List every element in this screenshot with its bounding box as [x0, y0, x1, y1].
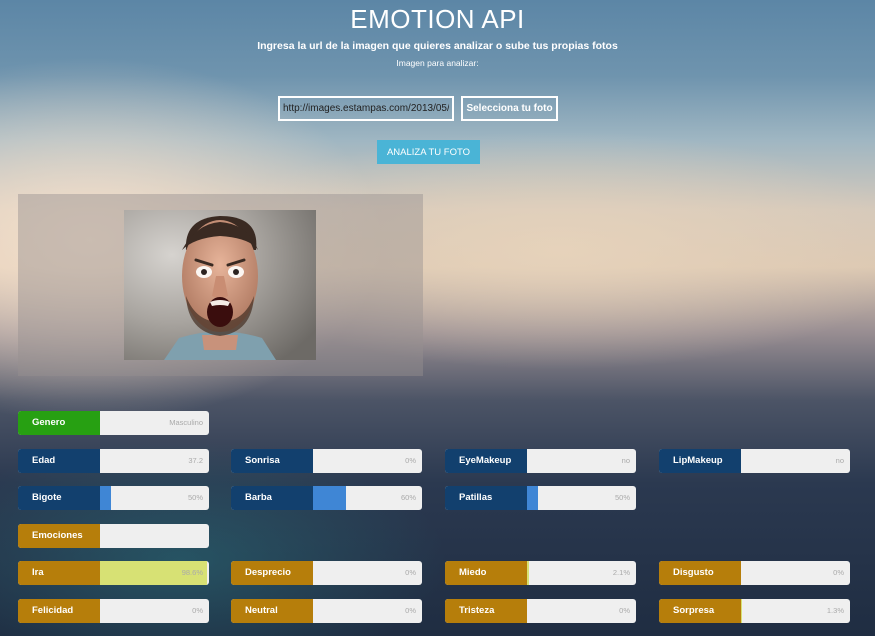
lipmakeup-value: no	[835, 456, 844, 465]
disgust-value: 0%	[833, 568, 844, 577]
smile-stat: Sonrisa 0%	[231, 449, 422, 473]
page-title: EMOTION API	[350, 4, 525, 34]
emotion-sadness: Tristeza 0%	[445, 599, 636, 623]
fear-bar	[527, 561, 530, 585]
image-label: Imagen para analizar:	[396, 58, 479, 68]
smile-value: 0%	[405, 456, 416, 465]
fear-value: 2.1%	[612, 568, 630, 577]
gender-value: Masculino	[169, 418, 203, 427]
emotions-header: Emociones	[18, 524, 209, 548]
emotion-anger: Ira 98.6%	[18, 561, 209, 585]
beard-bar	[313, 486, 346, 510]
page-subtitle: Ingresa la url de la imagen que quieres …	[257, 40, 618, 52]
analyze-photo-button[interactable]: ANALIZA TU FOTO	[377, 140, 480, 164]
age-value: 37.2	[188, 456, 203, 465]
emotion-disgust: Disgusto 0%	[659, 561, 850, 585]
contempt-label: Desprecio	[231, 561, 313, 585]
neutral-label: Neutral	[231, 599, 313, 623]
lipmakeup-stat: LipMakeup no	[659, 449, 850, 473]
mustache-value: 50%	[187, 493, 203, 502]
eyemakeup-stat: EyeMakeup no	[445, 449, 636, 473]
emotion-happiness: Felicidad 0%	[18, 599, 209, 623]
analyzed-face-photo	[124, 210, 316, 360]
mustache-bar	[100, 486, 111, 510]
smile-label: Sonrisa	[231, 449, 313, 473]
surprise-value: 1.3%	[826, 606, 844, 615]
anger-label: Ira	[18, 561, 100, 585]
select-photo-button[interactable]: Selecciona tu foto	[461, 96, 558, 121]
mustache-label: Bigote	[18, 486, 100, 510]
emotions-label: Emociones	[18, 524, 100, 548]
image-url-input[interactable]	[278, 96, 454, 121]
neutral-value: 0%	[405, 606, 416, 615]
sideburns-value: 50%	[614, 493, 630, 502]
happiness-value: 0%	[192, 606, 203, 615]
beard-stat: Barba 60%	[231, 486, 422, 510]
sadness-label: Tristeza	[445, 599, 527, 623]
disgust-label: Disgusto	[659, 561, 741, 585]
age-stat: Edad 37.2	[18, 449, 209, 473]
emotion-surprise: Sorpresa 1.3%	[659, 599, 850, 623]
gender-label: Genero	[18, 411, 100, 435]
eyemakeup-label: EyeMakeup	[445, 449, 527, 473]
fear-label: Miedo	[445, 561, 527, 585]
lipmakeup-label: LipMakeup	[659, 449, 741, 473]
happiness-label: Felicidad	[18, 599, 100, 623]
emotion-fear: Miedo 2.1%	[445, 561, 636, 585]
age-label: Edad	[18, 449, 100, 473]
beard-value: 60%	[400, 493, 416, 502]
anger-value: 98.6%	[181, 568, 203, 577]
surprise-bar	[741, 599, 743, 623]
contempt-value: 0%	[405, 568, 416, 577]
sideburns-stat: Patillas 50%	[445, 486, 636, 510]
emotion-neutral: Neutral 0%	[231, 599, 422, 623]
sideburns-bar	[527, 486, 538, 510]
surprise-label: Sorpresa	[659, 599, 741, 623]
gender-stat: Genero Masculino	[18, 411, 209, 435]
emotion-contempt: Desprecio 0%	[231, 561, 422, 585]
sideburns-label: Patillas	[445, 486, 527, 510]
sadness-value: 0%	[619, 606, 630, 615]
mustache-stat: Bigote 50%	[18, 486, 209, 510]
eyemakeup-value: no	[621, 456, 630, 465]
beard-label: Barba	[231, 486, 313, 510]
